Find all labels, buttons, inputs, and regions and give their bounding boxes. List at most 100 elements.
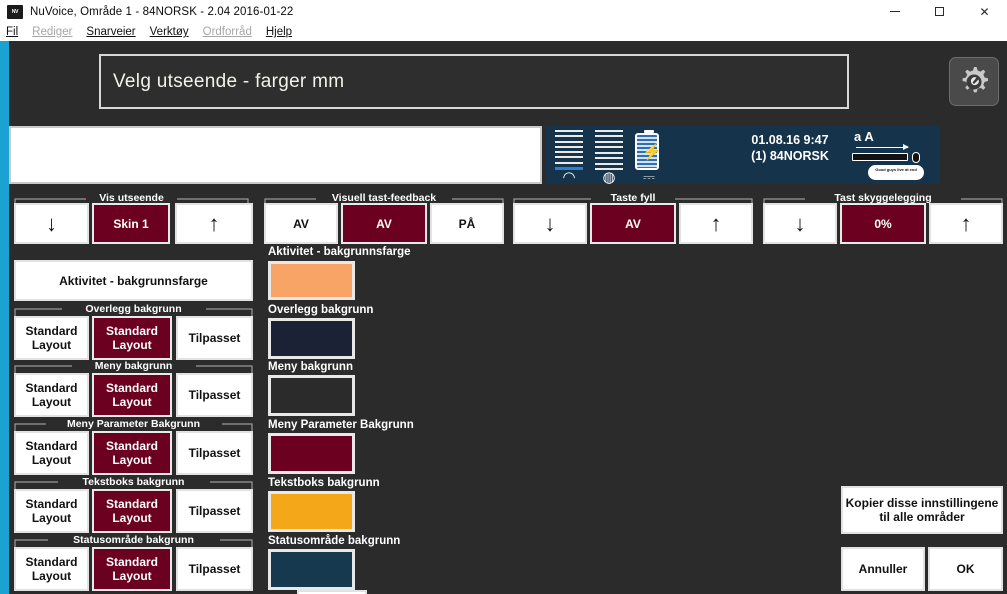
aktivitet-bakgrunnsfarge-button[interactable]: Aktivitet - bakgrunnsfarge [14, 260, 253, 301]
aktivitet-bakgrunnsfarge-label: Aktivitet - bakgrunnsfarge [59, 273, 208, 288]
visuell-feedback-current-label: AV [376, 216, 392, 231]
overlegg-standard-layout-1[interactable]: Standard Layout [14, 316, 89, 360]
menu-item-ordforrad: Ordforråd [202, 26, 252, 38]
swatch-label-aktivitet: Aktivitet - bakgrunnsfarge [268, 246, 411, 258]
title-bar: NV NuVoice, Område 1 - 84NORSK - 2.04 20… [0, 0, 1007, 23]
skyggelegging-value-label: 0% [874, 216, 892, 231]
swatch-aktivitet[interactable] [268, 261, 355, 300]
battery-group: ⚡ ⎓ [635, 130, 663, 184]
volume-bars-headphone [555, 130, 583, 170]
cancel-label: Annuller [858, 562, 908, 576]
left-rail [0, 41, 9, 594]
overlegg-standard-layout-2[interactable]: Standard Layout [92, 316, 172, 360]
taste-fyll-decrease-button[interactable]: ↓ [513, 203, 587, 244]
minimize-button[interactable] [872, 0, 917, 23]
meny-parameter-tilpasset[interactable]: Tilpasset [176, 431, 253, 475]
overlegg-option-0-label: Standard Layout [25, 324, 78, 352]
maximize-button[interactable] [917, 0, 962, 23]
gear-wrench-icon[interactable] [949, 57, 999, 106]
overlegg-option-2-label: Tilpasset [188, 331, 241, 345]
meny-parameter-standard-layout-1[interactable]: Standard Layout [14, 431, 89, 475]
swatch-label-statusomrade: Statusområde bakgrunn [268, 535, 401, 547]
meny-standard-layout-2[interactable]: Standard Layout [92, 373, 172, 417]
group-title-overlegg: Overlegg bakgrunn [14, 303, 253, 316]
meny-standard-layout-1[interactable]: Standard Layout [14, 373, 89, 417]
arrow-down-icon: ↓ [544, 210, 556, 236]
copy-to-all-areas-button[interactable]: Kopier disse innstillingene til alle omr… [841, 486, 1003, 534]
partial-offscreen-button [297, 590, 367, 594]
ok-button[interactable]: OK [928, 547, 1003, 591]
arrow-up-icon: ↑ [960, 210, 972, 236]
meny-option-2-label: Tilpasset [188, 388, 241, 402]
text-entry-box[interactable] [9, 126, 542, 184]
keyboard-icon [852, 153, 908, 161]
swatch-meny[interactable] [268, 375, 355, 416]
arrow-up-icon: ↑ [710, 210, 722, 236]
prompt-box: Velg utseende - farger mm [99, 54, 849, 109]
vis-utseende-increase-button[interactable]: ↑ [175, 203, 253, 244]
statusomrade-standard-layout-1[interactable]: Standard Layout [14, 547, 89, 591]
swatch-tekstboks[interactable] [268, 491, 355, 532]
close-button[interactable]: ✕ [962, 0, 1007, 23]
tekstboks-standard-layout-2[interactable]: Standard Layout [92, 489, 172, 533]
statusomrade-option-2-label: Tilpasset [188, 562, 241, 576]
status-icons-right: a A Good guys live at end [844, 129, 936, 181]
skyggelegging-value-button[interactable]: 0% [840, 203, 926, 244]
mouse-icon [912, 152, 920, 163]
vis-utseende-value-button[interactable]: Skin 1 [92, 203, 170, 244]
group-title-meny-parameter: Meny Parameter Bakgrunn [14, 418, 253, 431]
headphone-icon: ◠ [562, 169, 576, 184]
statusomrade-option-1-label: Standard Layout [105, 555, 158, 583]
skyggelegging-decrease-button[interactable]: ↓ [763, 203, 837, 244]
meny-parameter-option-2-label: Tilpasset [188, 446, 241, 460]
volume-bars-speaker [595, 130, 623, 170]
tekstboks-option-2-label: Tilpasset [188, 504, 241, 518]
vis-utseende-decrease-button[interactable]: ↓ [14, 203, 89, 244]
visuell-feedback-on-button[interactable]: PÅ [430, 203, 504, 244]
swatch-meny-parameter[interactable] [268, 433, 355, 474]
meny-parameter-standard-layout-2[interactable]: Standard Layout [92, 431, 172, 475]
menu-item-hjelp[interactable]: Hjelp [266, 26, 292, 38]
skyggelegging-increase-button[interactable]: ↑ [929, 203, 1003, 244]
vis-utseende-value-label: Skin 1 [113, 216, 149, 231]
taste-fyll-value-button[interactable]: AV [590, 203, 676, 244]
volume-speaker-group: ◍ [595, 130, 623, 184]
menu-item-verktoy[interactable]: Verktøy [150, 26, 189, 38]
arrow-up-icon: ↑ [208, 210, 220, 236]
meny-tilpasset[interactable]: Tilpasset [176, 373, 253, 417]
overlegg-tilpasset[interactable]: Tilpasset [176, 316, 253, 360]
swatch-statusomrade[interactable] [268, 549, 355, 590]
overlegg-option-1-label: Standard Layout [105, 324, 158, 352]
swatch-label-meny-parameter: Meny Parameter Bakgrunn [268, 419, 414, 431]
power-plug-icon: ⎓ [643, 169, 655, 184]
meny-option-1-label: Standard Layout [105, 381, 158, 409]
statusomrade-tilpasset[interactable]: Tilpasset [176, 547, 253, 591]
arrow-down-icon: ↓ [46, 210, 57, 236]
ok-label: OK [956, 562, 975, 576]
gear-wrench-glyph [962, 66, 988, 92]
status-icons-left: ◠ ◍ ⚡ ⎓ [555, 130, 663, 184]
group-title-statusomrade: Statusområde bakgrunn [14, 534, 253, 547]
menu-item-snarveier[interactable]: Snarveier [86, 26, 135, 38]
swatch-label-overlegg: Overlegg bakgrunn [268, 304, 374, 316]
menu-bar: Fil Rediger Snarveier Verktøy Ordforråd … [0, 23, 1007, 41]
taste-fyll-increase-button[interactable]: ↑ [679, 203, 753, 244]
menu-item-rediger: Rediger [32, 26, 73, 38]
prompt-text: Velg utseende - farger mm [113, 70, 345, 92]
visuell-feedback-off-button[interactable]: AV [264, 203, 338, 244]
visuell-feedback-current-button[interactable]: AV [341, 203, 427, 244]
meny-parameter-option-1-label: Standard Layout [105, 439, 158, 467]
application-window: NV NuVoice, Område 1 - 84NORSK - 2.04 20… [0, 0, 1007, 594]
swatch-overlegg[interactable] [268, 318, 355, 359]
cancel-button[interactable]: Annuller [841, 547, 925, 591]
copy-to-all-areas-label: Kopier disse innstillingene til alle omr… [845, 496, 999, 524]
tekstboks-tilpasset[interactable]: Tilpasset [176, 489, 253, 533]
volume-headphone-group: ◠ [555, 130, 583, 184]
statusomrade-standard-layout-2[interactable]: Standard Layout [92, 547, 172, 591]
swatch-label-tekstboks: Tekstboks bakgrunn [268, 477, 380, 489]
menu-item-fil[interactable]: Fil [6, 26, 18, 38]
window-title: NuVoice, Område 1 - 84NORSK - 2.04 2016-… [30, 5, 294, 18]
tekstboks-option-1-label: Standard Layout [105, 497, 158, 525]
visuell-feedback-off-label: AV [293, 216, 309, 231]
tekstboks-standard-layout-1[interactable]: Standard Layout [14, 489, 89, 533]
